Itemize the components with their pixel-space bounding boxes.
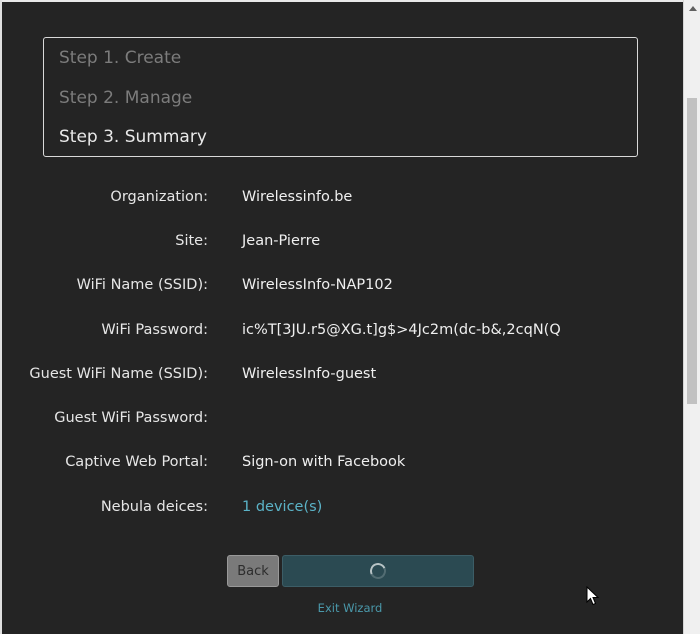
captive-portal-value: Sign-on with Facebook xyxy=(242,454,406,470)
window-left-edge xyxy=(0,0,2,634)
wizard-steps: Step 1. Create Step 2. Manage Step 3. Su… xyxy=(43,37,638,157)
guest-wifi-password-label: Guest WiFi Password: xyxy=(54,410,208,426)
step-summary: Step 3. Summary xyxy=(59,127,207,147)
nebula-devices-label: Nebula deices: xyxy=(100,499,208,515)
wifi-password-row: WiFi Password: ic%T[3JU.r5@XG.t]g$>4Jc2m… xyxy=(0,318,680,342)
step-manage: Step 2. Manage xyxy=(59,87,193,108)
organization-value: Wirelessinfo.be xyxy=(242,189,353,205)
captive-portal-row: Captive Web Portal: Sign-on with Faceboo… xyxy=(0,450,680,474)
wifi-name-label: WiFi Name (SSID): xyxy=(76,277,208,293)
guest-wifi-password-row: Guest WiFi Password: xyxy=(0,406,680,430)
finish-button[interactable] xyxy=(282,555,474,587)
wifi-name-row: WiFi Name (SSID): WirelessInfo-NAP102 xyxy=(0,273,680,297)
nebula-devices-link[interactable]: 1 device(s) xyxy=(242,495,322,519)
site-value: Jean-Pierre xyxy=(242,233,321,249)
vertical-scrollbar[interactable] xyxy=(683,0,700,634)
site-label: Site: xyxy=(175,233,208,249)
scroll-up-arrow-icon[interactable] xyxy=(684,0,700,17)
wifi-password-label: WiFi Password: xyxy=(101,322,208,338)
wizard-window: Step 1. Create Step 2. Manage Step 3. Su… xyxy=(0,0,700,634)
wifi-password-value: ic%T[3JU.r5@XG.t]g$>4Jc2m(dc-b&,2cqN(Q xyxy=(242,322,561,338)
spinner-icon xyxy=(367,560,389,582)
step-create: Step 1. Create xyxy=(59,48,182,68)
guest-wifi-name-value: WirelessInfo-guest xyxy=(242,366,377,382)
scrollbar-thumb[interactable] xyxy=(687,98,697,404)
mouse-pointer-icon xyxy=(586,586,600,606)
organization-row: Organization: Wirelessinfo.be xyxy=(0,185,680,209)
guest-wifi-name-row: Guest WiFi Name (SSID): WirelessInfo-gue… xyxy=(0,362,680,386)
window-top-edge xyxy=(0,0,700,2)
captive-portal-label: Captive Web Portal: xyxy=(65,454,208,470)
nebula-devices-row: Nebula deices: 1 device(s) xyxy=(0,495,680,519)
exit-wizard-label[interactable]: Exit Wizard xyxy=(318,601,383,615)
guest-wifi-name-label: Guest WiFi Name (SSID): xyxy=(29,366,208,382)
wifi-name-value: WirelessInfo-NAP102 xyxy=(242,277,393,293)
organization-label: Organization: xyxy=(110,189,208,205)
site-row: Site: Jean-Pierre xyxy=(0,229,680,253)
back-button[interactable]: Back xyxy=(227,555,279,587)
